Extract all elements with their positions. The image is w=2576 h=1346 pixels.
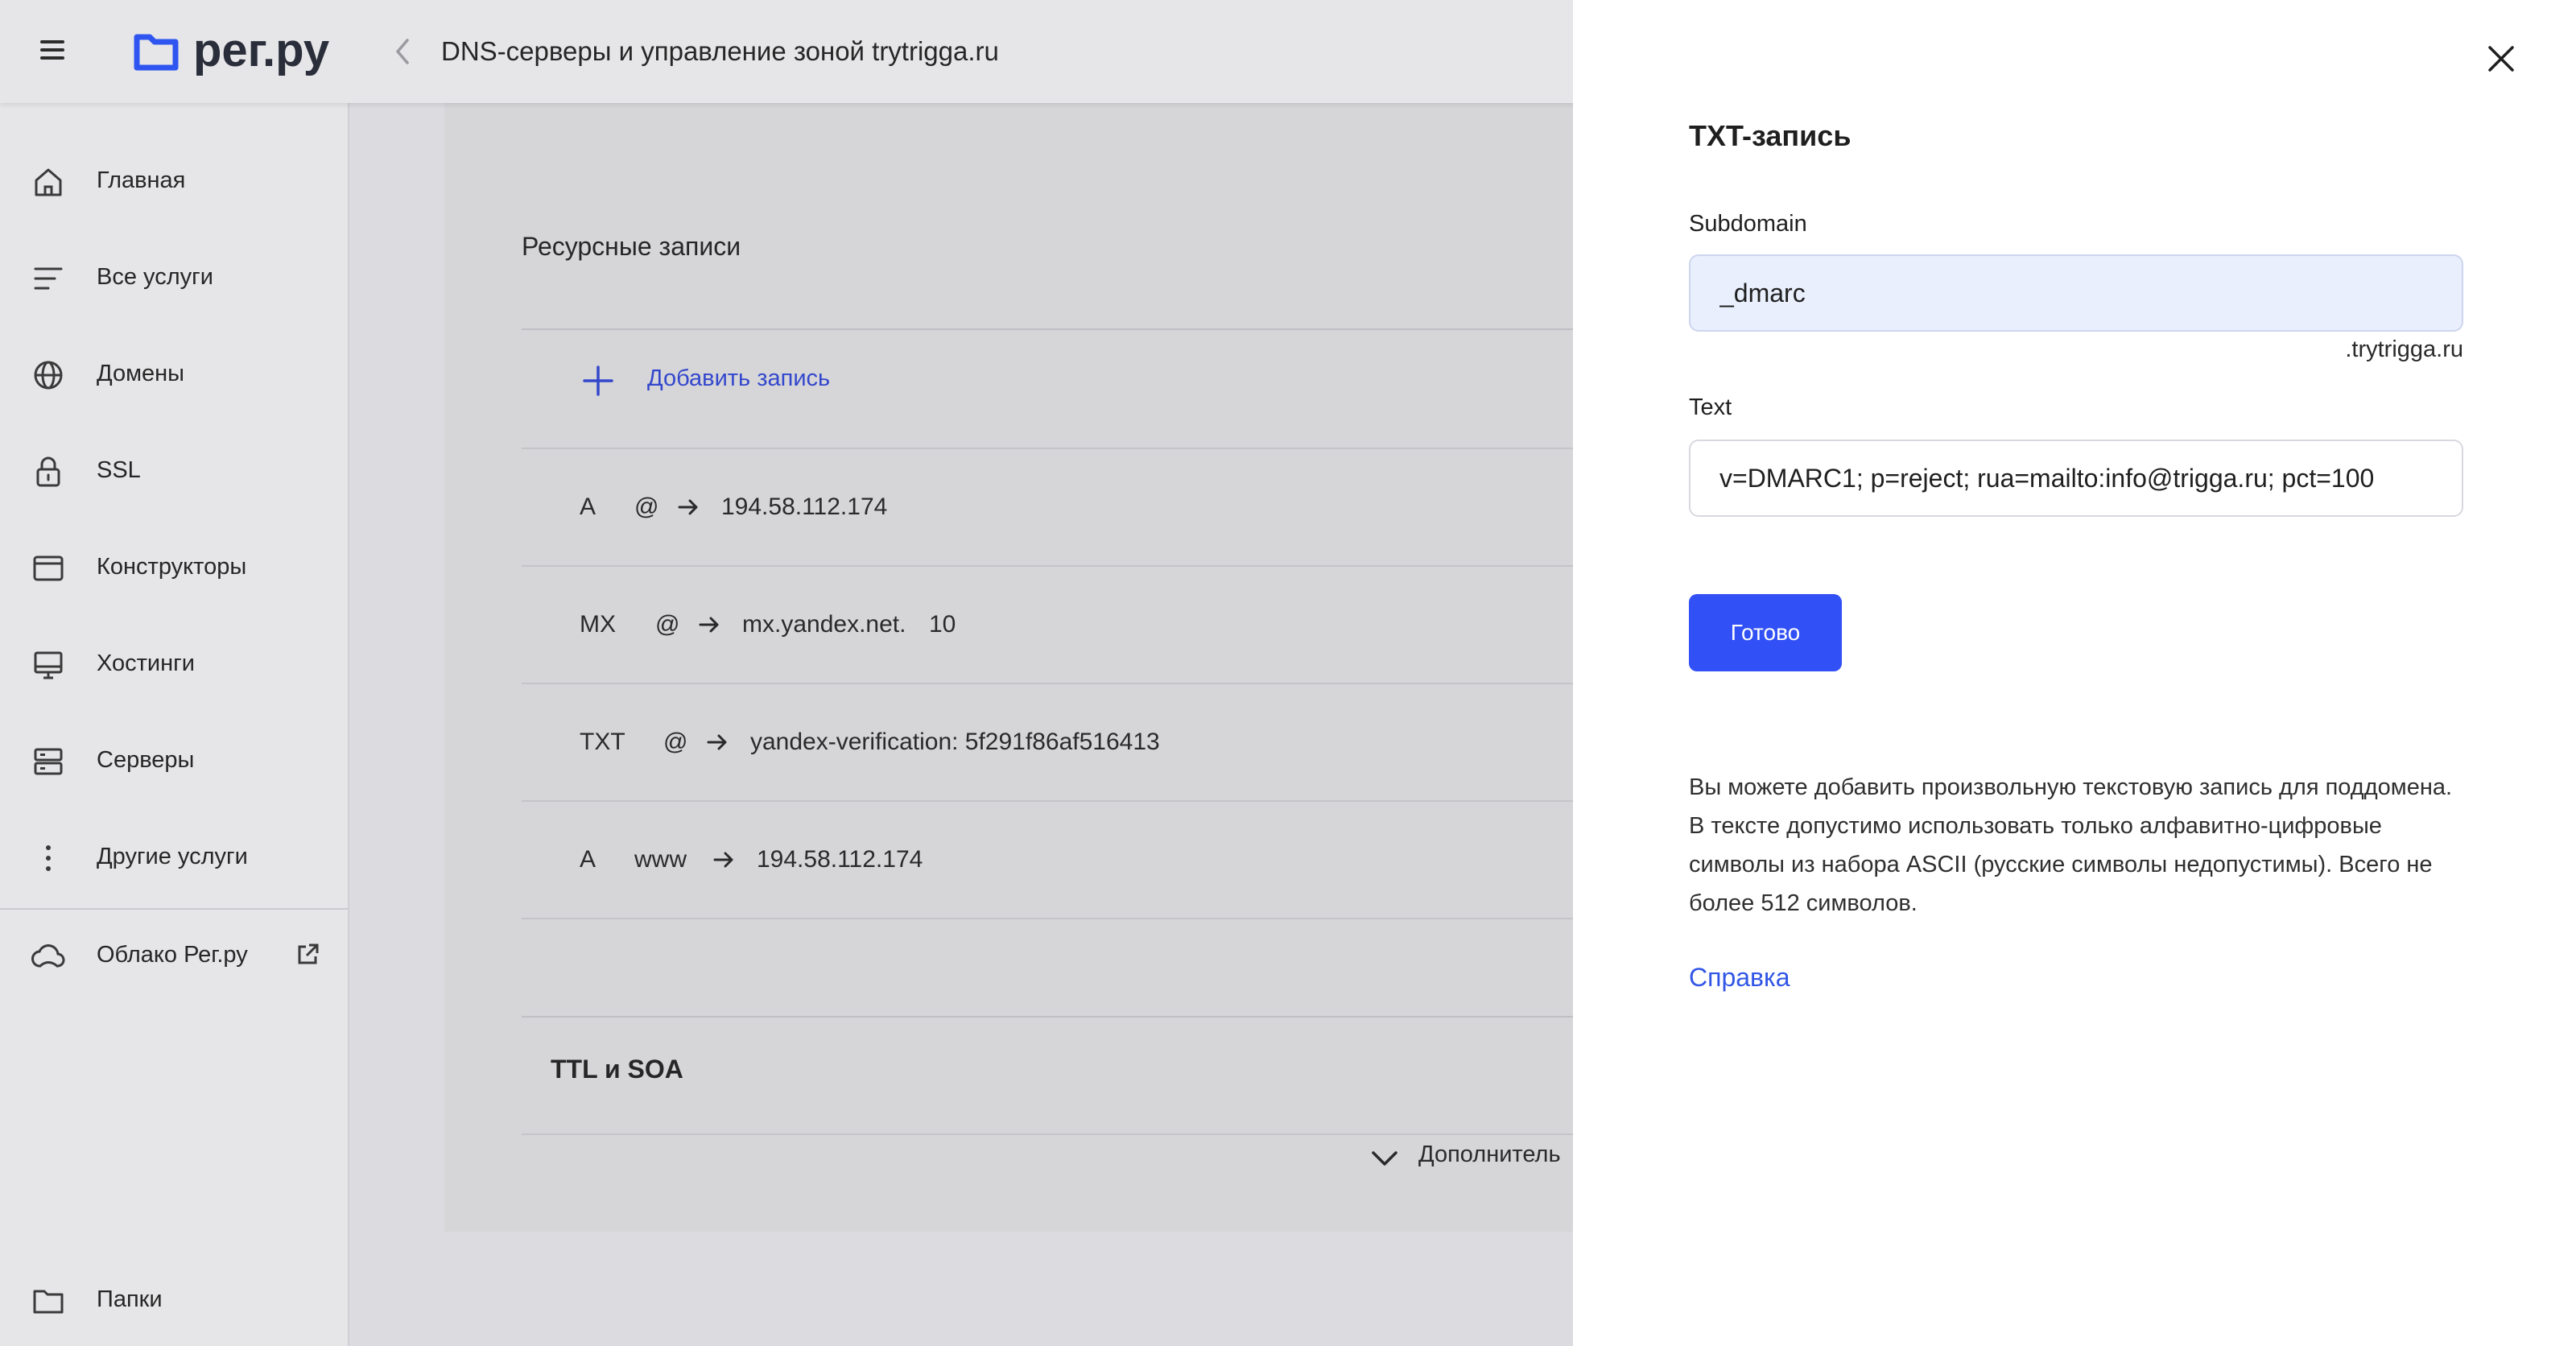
logo[interactable]: рег.ру: [134, 24, 329, 77]
record-type: A: [580, 493, 597, 520]
record-priority: 10: [929, 611, 956, 638]
sidebar-item-all-services[interactable]: Все услуги: [0, 245, 348, 309]
record-type: A: [580, 846, 597, 873]
ttl-soa-title[interactable]: TTL и SOA: [551, 1055, 683, 1084]
dns-record-row[interactable]: MX @ mx.yandex.net. 10: [522, 567, 1579, 683]
done-button[interactable]: Готово: [1689, 594, 1842, 671]
record-host: @: [634, 493, 659, 520]
sidebar-item-servers[interactable]: Серверы: [0, 728, 348, 792]
lock-icon: [36, 456, 60, 487]
close-icon[interactable]: [2483, 40, 2520, 77]
logo-text: рег.ру: [193, 24, 330, 76]
back-chevron-icon[interactable]: [391, 37, 415, 66]
sidebar-item-label: Домены: [97, 361, 185, 386]
sidebar-item-label: SSL: [97, 457, 141, 483]
record-type: TXT: [580, 729, 625, 755]
divider: [522, 1016, 1579, 1018]
dns-record-row[interactable]: A @ 194.58.112.174: [522, 449, 1579, 565]
sidebar-item-label: Облако Рег.ру: [97, 942, 248, 968]
dns-record-row[interactable]: TXT @ yandex-verification: 5f291f86af516…: [522, 684, 1579, 800]
more-settings-label: Дополнитель: [1418, 1142, 1561, 1167]
sidebar-divider: [0, 908, 348, 910]
sidebar-item-hosting[interactable]: Хостинги: [0, 631, 348, 696]
divider: [522, 328, 1579, 330]
txt-record-panel: TXT-запись Subdomain .trytrigga.ru Text …: [1573, 0, 2576, 1346]
folder-logo-icon: [134, 34, 179, 71]
record-host: @: [655, 611, 680, 638]
domain-suffix: .trytrigga.ru: [2345, 336, 2463, 362]
dns-record-row[interactable]: A www 194.58.112.174: [522, 802, 1579, 918]
resource-records-title: Ресурсные записи: [522, 232, 741, 261]
record-type: MX: [580, 611, 616, 638]
page-title: DNS-серверы и управление зоной trytrigga…: [441, 36, 999, 66]
app-root: рег.ру DNS-серверы и управление зоной tr…: [0, 0, 2576, 1346]
record-value: yandex-verification: 5f291f86af516413: [750, 729, 1160, 755]
sidebar-item-label: Другие услуги: [97, 844, 248, 869]
home-icon: [35, 168, 62, 196]
help-link[interactable]: Справка: [1689, 963, 1790, 993]
chevron-down-icon: [1372, 1151, 1397, 1166]
more-vertical-icon: [46, 845, 51, 871]
sidebar-item-home[interactable]: Главная: [0, 148, 348, 213]
sidebar-item-label: Конструкторы: [97, 554, 247, 580]
arrow-right-icon: [713, 852, 733, 868]
text-label: Text: [1689, 394, 1732, 420]
record-host: www: [634, 846, 687, 873]
folder-icon: [33, 1290, 64, 1314]
divider: [522, 1133, 1579, 1135]
sidebar-item-label: Все услуги: [97, 264, 213, 290]
subdomain-input[interactable]: [1689, 254, 2463, 332]
plus-icon: [583, 365, 613, 396]
arrow-right-icon: [707, 734, 727, 750]
dns-records-card: Ресурсные записи Добавить запись A @ 194…: [444, 103, 1579, 1232]
sidebar-item-other-services[interactable]: Другие услуги: [0, 824, 348, 889]
add-record-label: Добавить запись: [647, 365, 831, 391]
arrow-right-icon: [699, 617, 719, 633]
menu-icon[interactable]: [40, 40, 64, 60]
record-value: 194.58.112.174: [757, 846, 923, 873]
globe-icon: [34, 361, 63, 390]
sidebar-item-builders[interactable]: Конструкторы: [0, 535, 348, 599]
sidebar-item-cloud[interactable]: Облако Рег.ру: [0, 923, 348, 987]
sidebar-item-label: Папки: [97, 1286, 163, 1312]
sidebar-item-label: Главная: [97, 167, 186, 193]
help-description: Вы можете добавить произвольную текстову…: [1689, 774, 2453, 916]
arrow-right-icon: [678, 499, 698, 515]
divider: [522, 918, 1579, 919]
sidebar-item-label: Хостинги: [97, 650, 195, 676]
sidebar-item-ssl[interactable]: SSL: [0, 438, 348, 502]
sidebar-item-label: Серверы: [97, 747, 195, 773]
external-link-icon: [298, 943, 319, 964]
server-icon: [34, 748, 63, 775]
monitor-icon: [34, 651, 63, 679]
add-record-button[interactable]: Добавить запись: [522, 332, 1579, 431]
record-host: @: [663, 729, 688, 755]
sidebar: Главная Все услуги Домены SSL Конструкто…: [0, 103, 349, 1346]
browser-window-icon: [33, 555, 64, 581]
subdomain-label: Subdomain: [1689, 211, 1807, 237]
sidebar-item-folders[interactable]: Папки: [0, 1267, 348, 1332]
text-input[interactable]: [1689, 440, 2463, 517]
cloud-icon: [31, 944, 65, 968]
record-value: 194.58.112.174: [721, 493, 888, 520]
sidebar-item-domains[interactable]: Домены: [0, 341, 348, 406]
panel-title: TXT-запись: [1689, 119, 1852, 152]
list-icon: [34, 267, 63, 290]
record-value: mx.yandex.net.: [742, 611, 906, 638]
